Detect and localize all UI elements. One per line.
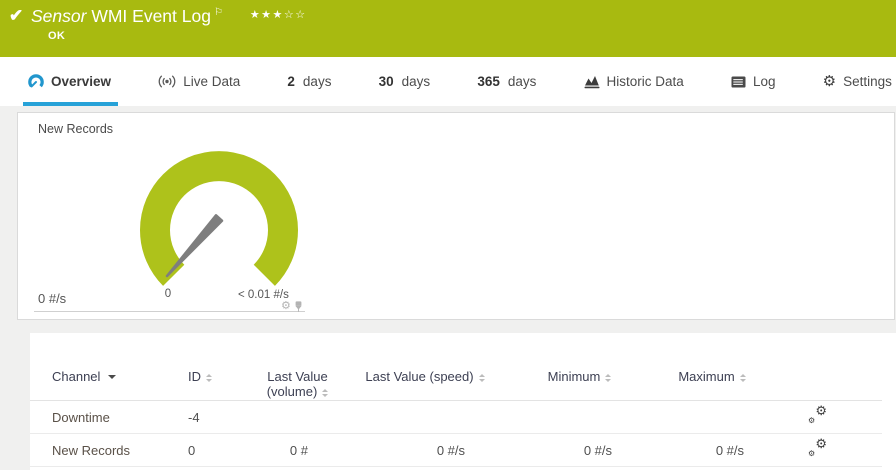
column-header-maximum[interactable]: Maximum (625, 333, 760, 401)
tab-historic-data[interactable]: Historic Data (581, 57, 687, 106)
last-value-volume-cell (255, 400, 340, 434)
gauge-current-value: 0 #/s (38, 291, 67, 306)
column-header-last-value-volume[interactable]: Last Value (volume) (255, 333, 340, 401)
sensor-kind-label: Sensor (31, 6, 87, 26)
maximum-cell (625, 400, 760, 434)
sort-toggle-icon (739, 374, 746, 382)
tab-label: Settings (843, 74, 892, 89)
minimum-cell (495, 400, 625, 434)
channel-table-panel: Channel ID Last Value (volume) Last Valu… (30, 333, 896, 470)
last-value-volume-cell: 0 # (255, 433, 340, 467)
tab-label: days (401, 74, 431, 89)
sort-toggle-icon (478, 374, 485, 382)
column-header-last-value-speed[interactable]: Last Value (speed) (340, 333, 495, 401)
gauge-scale-min: 0 (164, 288, 172, 300)
table-header-row: Channel ID Last Value (volume) Last Valu… (30, 333, 882, 401)
tab-number: 30 (378, 74, 394, 89)
gauge-settings-gear-icon[interactable]: ⚙ (281, 301, 291, 312)
last-value-speed-cell: 0 #/s (340, 433, 495, 467)
tab-label: days (507, 74, 537, 89)
channel-actions-cell: ⚙ ⚙ (760, 400, 882, 434)
column-header-channel[interactable]: Channel (30, 333, 185, 401)
status-check-icon: ✔ (9, 6, 24, 25)
column-header-id[interactable]: ID (185, 333, 255, 401)
log-icon (731, 76, 746, 87)
maximum-cell: 0 #/s (625, 433, 760, 467)
tab-2-days[interactable]: 2 days (284, 57, 334, 106)
priority-stars[interactable]: ★★★☆☆ (250, 9, 307, 21)
column-header-minimum[interactable]: Minimum (495, 333, 625, 401)
column-header-actions (760, 333, 882, 401)
tab-30-days[interactable]: 30 days (376, 57, 434, 106)
gauge-baseline (34, 311, 305, 312)
channel-actions-cell: ⚙ ⚙ (760, 433, 882, 467)
tab-log[interactable]: Log (728, 57, 779, 106)
gauge-panel: New Records 0 #/s 0 < 0.01 #/s ⚙ (17, 112, 895, 320)
tab-bar: Overview Live Data 2 days 30 days 365 da… (0, 57, 896, 106)
tab-label: days (302, 74, 332, 89)
tab-overview[interactable]: Overview (22, 57, 119, 106)
sensor-title: WMI Event Log (91, 6, 211, 26)
table-row-downtime: Downtime -4 ⚙ ⚙ (30, 400, 882, 434)
sort-desc-icon (108, 375, 117, 379)
gauge-dial (140, 151, 298, 286)
tab-label: Log (752, 74, 776, 89)
sensor-header: ✔ Sensor WMI Event Log ⚐ ★★★☆☆ OK (0, 0, 896, 57)
last-value-speed-cell (340, 400, 495, 434)
channel-name-cell: New Records (30, 433, 185, 467)
edit-channel-gears-icon[interactable]: ⚙ ⚙ (808, 437, 827, 458)
channel-table: Channel ID Last Value (volume) Last Valu… (30, 333, 882, 467)
channel-id-cell: 0 (185, 433, 255, 467)
tab-number: 365 (477, 74, 500, 89)
area-chart-icon (584, 76, 600, 89)
edit-channel-gears-icon[interactable]: ⚙ ⚙ (808, 404, 827, 425)
gauge-needle (165, 214, 224, 278)
tab-live-data[interactable]: Live Data (155, 57, 243, 106)
live-icon (158, 75, 176, 88)
channel-name-cell: Downtime (30, 400, 185, 434)
page-title: Sensor WMI Event Log ⚐ ★★★☆☆ (31, 6, 307, 27)
gear-icon: ⚙ (822, 73, 837, 90)
sort-toggle-icon (605, 374, 612, 382)
gauge-channel-title: New Records (38, 122, 114, 136)
gauge-panel-actions: ⚙ (281, 301, 303, 312)
table-row-new-records: New Records 0 0 # 0 #/s 0 #/s 0 #/s ⚙ ⚙ (30, 433, 882, 467)
tab-label: Historic Data (606, 74, 684, 89)
tab-label: Live Data (183, 74, 241, 89)
sort-toggle-icon (206, 374, 212, 382)
sort-toggle-icon (322, 389, 329, 397)
tab-label: Overview (51, 74, 112, 89)
tab-settings[interactable]: ⚙ Settings (820, 57, 895, 106)
status-badge: OK (48, 30, 66, 42)
tab-365-days[interactable]: 365 days (474, 57, 539, 106)
minimum-cell: 0 #/s (495, 433, 625, 467)
tab-number: 2 (287, 74, 295, 89)
channel-id-cell: -4 (185, 400, 255, 434)
pin-icon[interactable] (294, 301, 303, 312)
gauge-icon (28, 73, 44, 87)
priority-flag-icon: ⚐ (213, 7, 223, 18)
